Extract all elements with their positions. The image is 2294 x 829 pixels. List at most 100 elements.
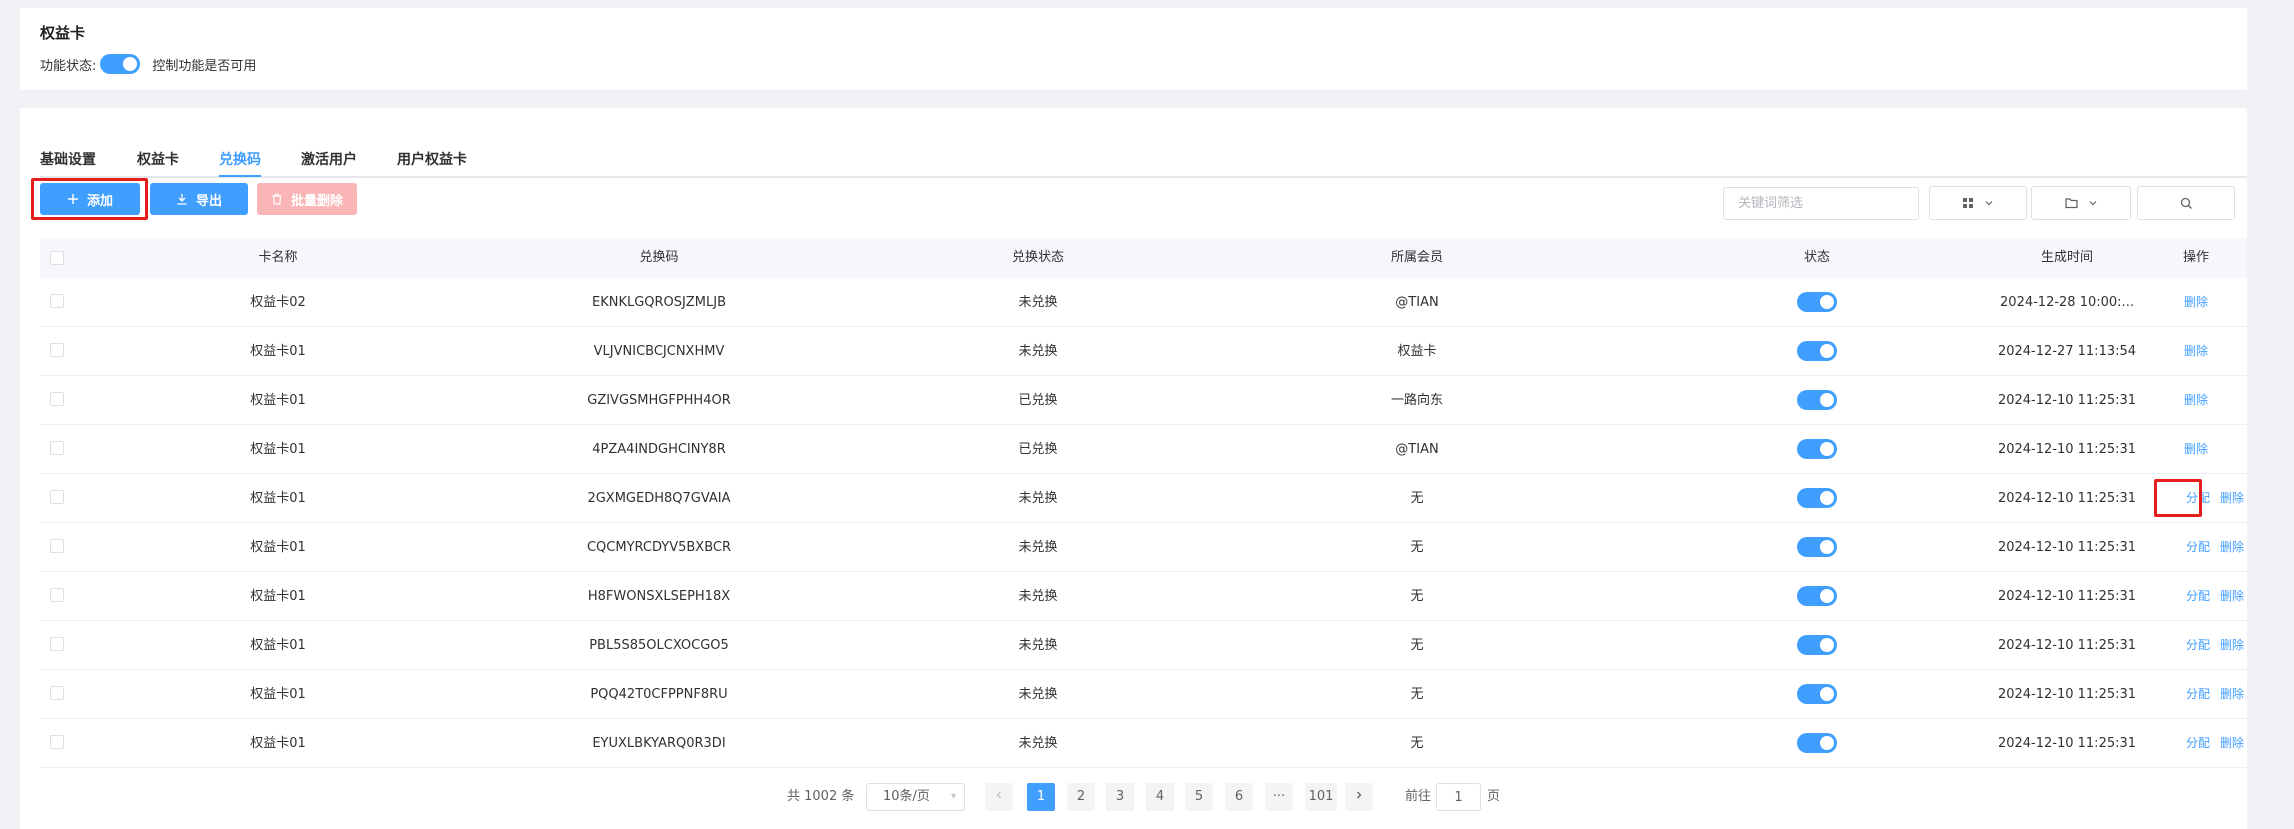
delete-link[interactable]: 删除 (2220, 523, 2244, 572)
status-hint: 控制功能是否可用 (152, 58, 257, 74)
page-button-101[interactable]: 101 (1305, 783, 1337, 811)
page-button-1[interactable]: 1 (1027, 783, 1055, 811)
add-button-label: 添加 (86, 193, 113, 209)
row-status-switch[interactable] (1797, 635, 1837, 655)
page-button-6[interactable]: 6 (1225, 783, 1253, 811)
cell-created-time: 2024-12-10 11:25:31 (1997, 442, 2137, 457)
row-checkbox[interactable] (50, 588, 64, 602)
pagination: 共 1002 条 10条/页 ▾ 1 2 3 4 5 6 ··· 101 前往 … (0, 783, 2294, 811)
assign-link[interactable]: 分配 (2186, 572, 2210, 621)
tab-rights-card[interactable]: 权益卡 (137, 149, 179, 169)
select-all-checkbox[interactable] (50, 251, 64, 265)
cell-redeem-code: PBL5S85OLCXOCGO5 (589, 638, 729, 653)
feature-status-switch[interactable] (100, 54, 141, 74)
row-checkbox[interactable] (50, 637, 64, 651)
page-button-5[interactable]: 5 (1185, 783, 1213, 811)
assign-link[interactable]: 分配 (2186, 719, 2210, 768)
tab-user-rights-card[interactable]: 用户权益卡 (397, 149, 467, 169)
assign-link[interactable]: 分配 (2186, 621, 2210, 670)
row-checkbox[interactable] (50, 392, 64, 406)
assign-link[interactable]: 分配 (2186, 474, 2210, 523)
cell-card-name: 权益卡01 (250, 736, 306, 751)
row-checkbox[interactable] (50, 735, 64, 749)
delete-link[interactable]: 删除 (2220, 621, 2244, 670)
page-button-3[interactable]: 3 (1106, 783, 1134, 811)
search-icon (2180, 197, 2192, 209)
row-checkbox[interactable] (50, 686, 64, 700)
tab-active-users[interactable]: 激活用户 (301, 149, 357, 169)
goto-label: 前往 (1405, 789, 1432, 804)
delete-link[interactable]: 删除 (2220, 670, 2244, 719)
col-actions: 操作 (2182, 250, 2210, 265)
delete-link[interactable]: 删除 (2184, 425, 2208, 474)
goto-page-input[interactable] (1436, 783, 1481, 811)
delete-link[interactable]: 删除 (2184, 278, 2208, 327)
row-status-switch[interactable] (1797, 537, 1837, 557)
delete-link[interactable]: 删除 (2220, 474, 2244, 523)
batch-delete-button[interactable]: 批量删除 (257, 183, 357, 215)
cell-card-name: 权益卡01 (250, 393, 306, 408)
page-button-4[interactable]: 4 (1146, 783, 1174, 811)
delete-link[interactable]: 删除 (2184, 376, 2208, 425)
search-button[interactable] (2137, 186, 2235, 220)
assign-link[interactable]: 分配 (2186, 523, 2210, 572)
row-checkbox[interactable] (50, 490, 64, 504)
col-redeem-code: 兑换码 (639, 250, 679, 265)
cell-card-name: 权益卡01 (250, 491, 306, 506)
table-header: 卡名称 兑换码 兑换状态 所属会员 状态 生成时间 操作 (40, 238, 2247, 278)
cell-card-name: 权益卡01 (250, 589, 306, 604)
row-checkbox[interactable] (50, 343, 64, 357)
row-status-switch[interactable] (1797, 292, 1837, 312)
row-status-switch[interactable] (1797, 488, 1837, 508)
col-redeem-status: 兑换状态 (1011, 250, 1065, 265)
keyword-filter-input[interactable] (1723, 187, 1919, 220)
row-status-switch[interactable] (1797, 733, 1837, 753)
more-pages-button[interactable]: ··· (1265, 783, 1293, 811)
cell-redeem-status: 已兑换 (1018, 442, 1058, 457)
delete-link[interactable]: 删除 (2220, 719, 2244, 768)
cell-created-time: 2024-12-10 11:25:31 (1997, 589, 2137, 604)
row-status-switch[interactable] (1797, 390, 1837, 410)
export-button[interactable]: 导出 (150, 183, 248, 215)
table-row: 权益卡02 EKNKLGQROSJZMLJB 未兑换 @TIAN 2024-12-28 … (40, 278, 2247, 327)
prev-page-button[interactable] (985, 783, 1013, 811)
tab-redeem-code[interactable]: 兑换码 (219, 149, 261, 169)
total-count: 共 1002 条 (787, 789, 855, 804)
folder-dropdown[interactable] (2031, 186, 2131, 220)
delete-link[interactable]: 删除 (2184, 327, 2208, 376)
cell-member: @TIAN (1395, 442, 1439, 457)
page-button-2[interactable]: 2 (1067, 783, 1095, 811)
page-size-select[interactable]: 10条/页 ▾ (866, 783, 965, 811)
row-status-switch[interactable] (1797, 684, 1837, 704)
cell-card-name: 权益卡02 (250, 295, 306, 310)
cell-card-name: 权益卡01 (250, 540, 306, 555)
row-checkbox[interactable] (50, 441, 64, 455)
cell-member: 无 (1410, 638, 1424, 653)
cell-redeem-status: 未兑换 (1018, 638, 1058, 653)
cell-redeem-status: 未兑换 (1018, 540, 1058, 555)
assign-link[interactable]: 分配 (2186, 670, 2210, 719)
folder-icon (2064, 198, 2078, 209)
tab-basic-settings[interactable]: 基础设置 (40, 149, 96, 169)
cell-created-time: 2024-12-27 11:13:54 (1997, 344, 2137, 359)
cell-redeem-code: GZIVGSMHGFPHH4OR (587, 393, 731, 408)
row-status-switch[interactable] (1797, 586, 1837, 606)
cell-created-time: 2024-12-10 11:25:31 (1997, 687, 2137, 702)
cell-redeem-status: 未兑换 (1018, 736, 1058, 751)
next-page-button[interactable] (1345, 783, 1373, 811)
cell-redeem-status: 已兑换 (1018, 393, 1058, 408)
cell-member: 无 (1410, 540, 1424, 555)
add-button[interactable]: 添加 (40, 183, 140, 215)
row-status-switch[interactable] (1797, 341, 1837, 361)
chevron-right-icon (1357, 791, 1362, 799)
row-checkbox[interactable] (50, 539, 64, 553)
plus-icon (67, 194, 78, 204)
row-checkbox[interactable] (50, 294, 64, 308)
table-row: 权益卡01 2GXMGEDH8Q7GVAIA 未兑换 无 2024-12-10 11:2… (40, 474, 2247, 523)
table-row: 权益卡01 H8FWONSXLSEPH18X 未兑换 无 2024-12-10 11:2… (40, 572, 2247, 621)
delete-link[interactable]: 删除 (2220, 572, 2244, 621)
column-settings-dropdown[interactable] (1929, 186, 2027, 220)
cell-card-name: 权益卡01 (250, 687, 306, 702)
row-status-switch[interactable] (1797, 439, 1837, 459)
cell-member: 一路向东 (1390, 393, 1444, 408)
